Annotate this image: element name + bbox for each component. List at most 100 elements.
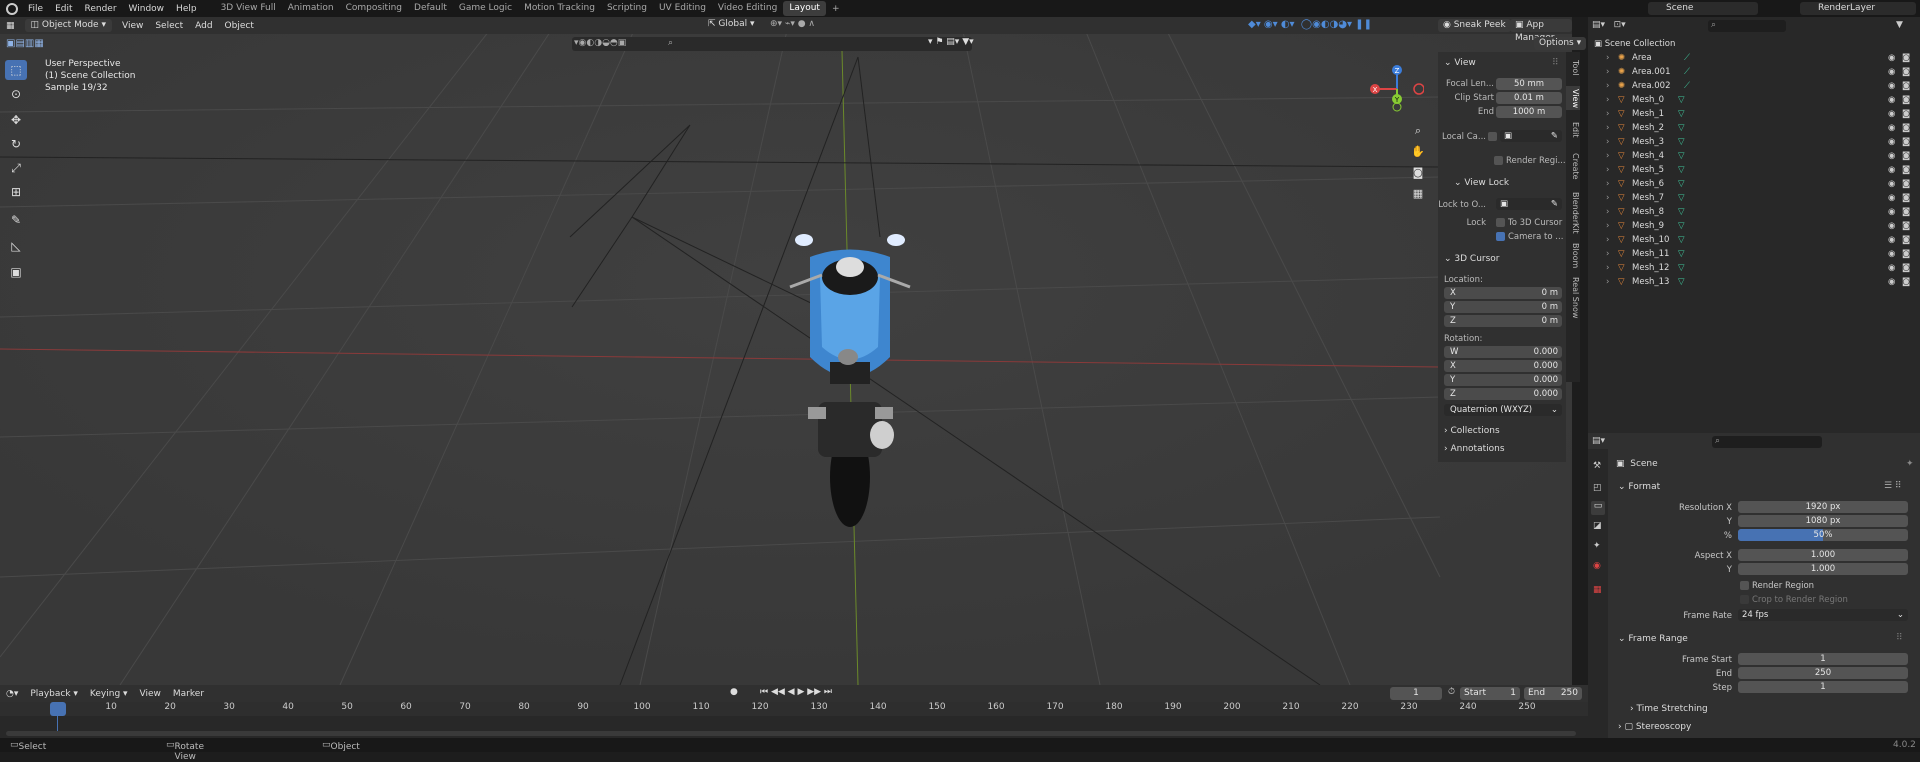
frame-range-header[interactable]: ⌄ Frame Range bbox=[1618, 634, 1688, 644]
outliner-row[interactable]: › ✺ Area.002 ⟋ ◉ ◙ bbox=[1588, 79, 1920, 93]
render-camera-icon[interactable]: ◙ bbox=[1902, 135, 1910, 149]
orientation-dropdown[interactable]: ⇱ Global ▾ bbox=[708, 19, 755, 29]
outliner-header-icons[interactable]: ▤▾ ⊡▾ bbox=[1592, 20, 1626, 30]
render-camera-icon[interactable]: ◙ bbox=[1902, 121, 1910, 135]
scene-collection-row[interactable]: ▣ Scene Collection bbox=[1588, 37, 1920, 51]
format-header[interactable]: ⌄ Format bbox=[1618, 482, 1660, 492]
3d-cursor-header[interactable]: ⌄ 3D Cursor bbox=[1444, 254, 1500, 264]
visibility-eye-icon[interactable]: ◉ bbox=[1888, 107, 1895, 121]
cursor-rotation-w-field[interactable]: W 0.000 bbox=[1444, 346, 1562, 358]
visibility-eye-icon[interactable]: ◉ bbox=[1888, 79, 1895, 93]
workspace-tab-animation[interactable]: Animation bbox=[282, 1, 340, 16]
local-camera-field[interactable]: ▣ ✎ bbox=[1500, 130, 1562, 142]
expand-arrow-icon[interactable]: › bbox=[1606, 65, 1609, 79]
blender-logo-icon[interactable] bbox=[6, 2, 18, 15]
render-camera-icon[interactable]: ◙ bbox=[1902, 163, 1910, 177]
visibility-eye-icon[interactable]: ◉ bbox=[1888, 205, 1895, 219]
lock-to-object-field[interactable]: ▣ ✎ bbox=[1496, 198, 1562, 210]
grid-view-icon[interactable]: ▦ bbox=[1410, 183, 1426, 204]
outliner-row[interactable]: › ▽ Mesh_0 ▽ ◉ ◙ bbox=[1588, 93, 1920, 107]
output-tab-icon[interactable]: ▭ bbox=[1591, 501, 1605, 515]
outliner-search[interactable]: ⌕ bbox=[1708, 20, 1786, 32]
viewport-menu-view[interactable]: View bbox=[116, 21, 149, 31]
filter-dropdown-icons[interactable]: ▾ ⚑ ▤▾ ▼▾ bbox=[928, 37, 974, 47]
scene-selector[interactable]: Scene bbox=[1648, 2, 1758, 15]
outliner-row[interactable]: › ▽ Mesh_3 ▽ ◉ ◙ bbox=[1588, 135, 1920, 149]
resolution-percent-slider[interactable]: 50% bbox=[1738, 529, 1908, 541]
expand-arrow-icon[interactable]: › bbox=[1606, 233, 1609, 247]
expand-arrow-icon[interactable]: › bbox=[1606, 261, 1609, 275]
render-camera-icon[interactable]: ◙ bbox=[1902, 261, 1910, 275]
expand-arrow-icon[interactable]: › bbox=[1606, 247, 1609, 261]
options-dropdown[interactable]: Options ▾ bbox=[1534, 37, 1587, 50]
local-camera-checkbox[interactable] bbox=[1488, 132, 1497, 141]
timeline-scrollbar[interactable] bbox=[6, 731, 1576, 736]
outliner-row[interactable]: › ▽ Mesh_2 ▽ ◉ ◙ bbox=[1588, 121, 1920, 135]
cursor-rotation-z-field[interactable]: Z 0.000 bbox=[1444, 388, 1562, 400]
timeline-menu-view[interactable]: View bbox=[134, 689, 167, 699]
scale-tool-icon[interactable]: ⤢ bbox=[5, 158, 27, 178]
transform-tool-icon[interactable]: ⊞ bbox=[5, 182, 27, 202]
viewport-menu-object[interactable]: Object bbox=[219, 21, 260, 31]
scene-tab-icon[interactable]: ✦ bbox=[1593, 541, 1601, 551]
timeline-menu-playback[interactable]: Playback ▾ bbox=[24, 689, 84, 699]
3d-viewport[interactable] bbox=[0, 17, 1572, 685]
menu-edit[interactable]: Edit bbox=[49, 4, 78, 14]
visibility-eye-icon[interactable]: ◉ bbox=[1888, 177, 1895, 191]
add-workspace-icon[interactable]: + bbox=[826, 4, 846, 14]
render-layer-selector[interactable]: RenderLayer bbox=[1800, 2, 1916, 15]
workspace-tab-uv-editing[interactable]: UV Editing bbox=[653, 1, 712, 16]
render-camera-icon[interactable]: ◙ bbox=[1902, 219, 1910, 233]
visibility-eye-icon[interactable]: ◉ bbox=[1888, 247, 1895, 261]
tab-create[interactable]: Create bbox=[1566, 150, 1580, 182]
end-frame-field[interactable]: End 250 bbox=[1524, 687, 1582, 700]
tab-tool[interactable]: Tool bbox=[1566, 56, 1580, 80]
outliner-row[interactable]: › ▽ Mesh_11 ▽ ◉ ◙ bbox=[1588, 247, 1920, 261]
annotate-tool-icon[interactable]: ✎ bbox=[5, 210, 27, 230]
focal-length-field[interactable]: 50 mm bbox=[1496, 78, 1562, 90]
stopwatch-icon[interactable]: ⏱ bbox=[1448, 687, 1455, 697]
start-frame-field[interactable]: Start 1 bbox=[1460, 687, 1520, 700]
outliner-row[interactable]: › ▽ Mesh_13 ▽ ◉ ◙ bbox=[1588, 275, 1920, 289]
menu-render[interactable]: Render bbox=[79, 4, 123, 14]
pin-icon[interactable]: ✦ bbox=[1906, 459, 1914, 469]
viewport-menu-add[interactable]: Add bbox=[189, 21, 218, 31]
render-camera-icon[interactable]: ◙ bbox=[1902, 247, 1910, 261]
camera-view-icon[interactable]: ◙ bbox=[1410, 162, 1426, 183]
timeline-menu-keying[interactable]: Keying ▾ bbox=[84, 689, 134, 699]
expand-arrow-icon[interactable]: › bbox=[1606, 149, 1609, 163]
render-tab-icon[interactable]: ◰ bbox=[1593, 483, 1602, 493]
outliner-row[interactable]: › ▽ Mesh_7 ▽ ◉ ◙ bbox=[1588, 191, 1920, 205]
properties-editor-type-icon[interactable]: ▤▾ bbox=[1592, 436, 1605, 446]
workspace-tab-scripting[interactable]: Scripting bbox=[601, 1, 653, 16]
filter-icons[interactable]: ▾◉◐◑◒◓▣ bbox=[574, 38, 626, 48]
workspace-tab-3d-view-full[interactable]: 3D View Full bbox=[215, 1, 282, 16]
workspace-tab-motion-tracking[interactable]: Motion Tracking bbox=[518, 1, 601, 16]
render-camera-icon[interactable]: ◙ bbox=[1902, 205, 1910, 219]
playback-controls[interactable]: ⏮ ◀◀ ◀ ▶ ▶▶ ⏭ bbox=[760, 687, 832, 697]
cursor-location-y-field[interactable]: Y0 m bbox=[1444, 301, 1562, 313]
visibility-eye-icon[interactable]: ◉ bbox=[1888, 135, 1895, 149]
stereoscopy-header[interactable]: › ▢ Stereoscopy bbox=[1618, 722, 1691, 732]
cursor-location-z-field[interactable]: Z0 m bbox=[1444, 315, 1562, 327]
playhead-marker[interactable] bbox=[50, 702, 66, 716]
crop-checkbox[interactable] bbox=[1740, 595, 1749, 604]
render-camera-icon[interactable]: ◙ bbox=[1902, 107, 1910, 121]
render-camera-icon[interactable]: ◙ bbox=[1902, 51, 1910, 65]
visibility-eye-icon[interactable]: ◉ bbox=[1888, 65, 1895, 79]
render-camera-icon[interactable]: ◙ bbox=[1902, 79, 1910, 93]
world-tab-icon[interactable]: ◉ bbox=[1593, 561, 1601, 571]
time-stretching-header[interactable]: › Time Stretching bbox=[1630, 704, 1708, 714]
visibility-eye-icon[interactable]: ◉ bbox=[1888, 163, 1895, 177]
expand-arrow-icon[interactable]: › bbox=[1606, 121, 1609, 135]
expand-arrow-icon[interactable]: › bbox=[1606, 93, 1609, 107]
move-tool-icon[interactable]: ✥ bbox=[5, 110, 27, 130]
sneak-peek-button[interactable]: ◉ Sneak Peek bbox=[1438, 19, 1511, 32]
visibility-eye-icon[interactable]: ◉ bbox=[1888, 121, 1895, 135]
add-cube-tool-icon[interactable]: ▣ bbox=[5, 262, 27, 282]
frame-start-field[interactable]: 1 bbox=[1738, 653, 1908, 665]
workspace-tab-game-logic[interactable]: Game Logic bbox=[453, 1, 518, 16]
texture-tab-icon[interactable]: ▦ bbox=[1593, 585, 1602, 595]
visibility-eye-icon[interactable]: ◉ bbox=[1888, 191, 1895, 205]
aspect-y-field[interactable]: 1.000 bbox=[1738, 563, 1908, 575]
